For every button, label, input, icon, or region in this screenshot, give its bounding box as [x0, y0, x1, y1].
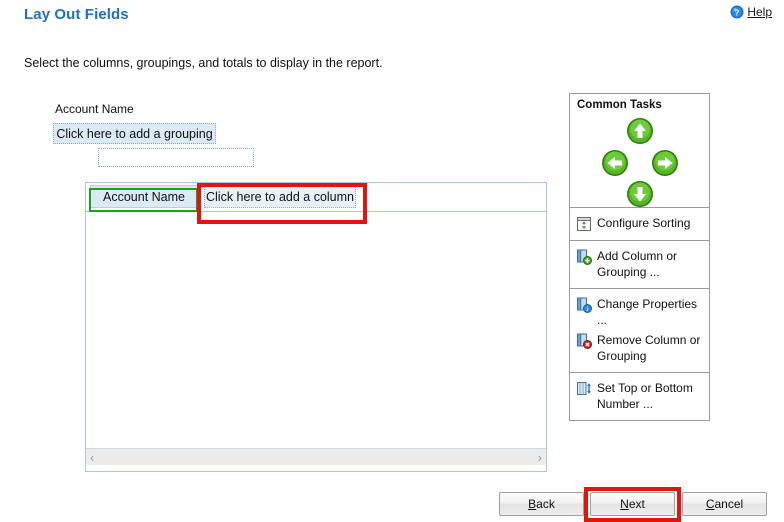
task-section-modify: i Change Properties ... Remove Column or… — [570, 288, 709, 372]
task-section-add: Add Column or Grouping ... — [570, 240, 709, 288]
common-tasks-title: Common Tasks — [577, 99, 662, 111]
empty-grouping-dropzone[interactable] — [98, 148, 254, 167]
task-configure-sorting[interactable]: Configure Sorting — [576, 213, 705, 234]
page-subtitle: Select the columns, groupings, and total… — [24, 56, 383, 70]
horizontal-scrollbar[interactable]: ‹ › — [86, 448, 546, 465]
move-up-arrow-icon[interactable] — [626, 117, 654, 145]
set-top-bottom-icon — [576, 381, 592, 397]
task-label: Add Column or Grouping ... — [597, 249, 678, 279]
back-rest: ack — [536, 497, 555, 511]
move-left-arrow-icon[interactable] — [601, 149, 629, 177]
task-label: Set Top or Bottom Number ... — [597, 381, 693, 411]
change-properties-icon: i — [576, 297, 592, 313]
next-button[interactable]: Next — [590, 492, 675, 516]
scroll-right-icon[interactable]: › — [538, 451, 542, 464]
help-label: Help — [747, 5, 772, 19]
back-button[interactable]: Back — [499, 492, 584, 516]
report-layout-panel[interactable]: Account Name Click here to add a column … — [85, 182, 547, 472]
task-section-top-bottom: Set Top or Bottom Number ... — [570, 372, 709, 420]
page-title: Lay Out Fields — [24, 6, 129, 23]
grouping-field-label: Account Name — [55, 102, 134, 116]
remove-column-icon — [576, 333, 592, 349]
table-header-row: Account Name Click here to add a column — [86, 183, 546, 212]
task-set-top-or-bottom-number[interactable]: Set Top or Bottom Number ... — [576, 378, 705, 414]
task-section-sorting: Configure Sorting — [570, 207, 709, 240]
cancel-button[interactable]: Cancel — [682, 492, 767, 516]
move-arrows-group — [570, 111, 709, 207]
task-label: Configure Sorting — [597, 216, 691, 230]
task-add-column-or-grouping[interactable]: Add Column or Grouping ... — [576, 246, 705, 282]
svg-text:?: ? — [735, 8, 740, 17]
add-column-icon — [576, 249, 592, 265]
task-label: Change Properties ... — [597, 297, 698, 327]
table-body — [86, 212, 546, 448]
back-accel: B — [528, 497, 537, 511]
help-circle-icon: ? — [730, 5, 744, 19]
cancel-accel: C — [705, 497, 715, 511]
common-tasks-panel: Common Tasks Configure Sorting Add Colum… — [569, 93, 710, 421]
grouping-area: Account Name Click here to add a groupin… — [53, 102, 313, 167]
next-accel: N — [620, 497, 629, 511]
configure-sorting-icon — [576, 216, 592, 232]
task-remove-column-or-grouping[interactable]: Remove Column or Grouping — [576, 330, 705, 366]
help-link[interactable]: ? Help — [730, 5, 772, 19]
column-header-account-name[interactable]: Account Name — [90, 185, 198, 208]
add-grouping-dropzone[interactable]: Click here to add a grouping — [53, 123, 216, 144]
task-change-properties[interactable]: i Change Properties ... — [576, 294, 705, 330]
dialog-footer: Back Next Cancel — [0, 487, 784, 522]
move-right-arrow-icon[interactable] — [651, 149, 679, 177]
scroll-left-icon[interactable]: ‹ — [90, 451, 94, 464]
next-rest: ext — [628, 497, 645, 511]
task-label: Remove Column or Grouping — [597, 333, 701, 363]
move-down-arrow-icon[interactable] — [626, 180, 654, 208]
cancel-rest: ancel — [714, 497, 744, 511]
add-column-placeholder[interactable]: Click here to add a column — [204, 185, 356, 208]
